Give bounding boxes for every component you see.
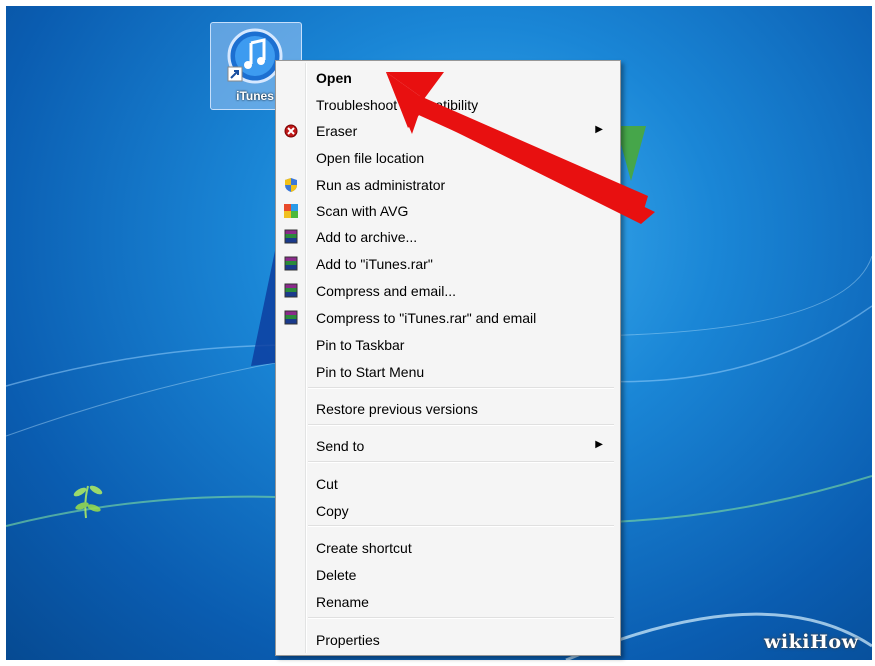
- menu-item-eraser[interactable]: Eraser ▶: [279, 118, 615, 144]
- menu-item-copy[interactable]: Copy: [279, 498, 615, 524]
- menu-item-label: Open file location: [316, 150, 425, 166]
- menu-item-label: Pin to Start Menu: [316, 364, 425, 380]
- menu-item-add-to-archive[interactable]: Add to archive...: [279, 224, 615, 250]
- menu-item-label: Delete: [316, 567, 357, 583]
- menu-item-open[interactable]: Open: [279, 65, 615, 91]
- submenu-arrow-icon: ▶: [595, 124, 603, 135]
- menu-item-label: Run as administrator: [316, 177, 446, 193]
- menu-item-scan-with-avg[interactable]: Scan with AVG: [279, 198, 615, 224]
- menu-item-label: Open: [316, 70, 352, 86]
- context-menu: Open Troubleshoot compatibility Eraser ▶ Ope…: [275, 60, 621, 656]
- menu-item-label: Compress to "iTunes.rar" and email: [316, 310, 537, 326]
- menu-item-cut[interactable]: Cut: [279, 471, 615, 497]
- menu-item-compress-to-itunes-rar-and-email[interactable]: Compress to "iTunes.rar" and email: [279, 305, 615, 331]
- menu-item-label: Add to archive...: [316, 229, 418, 245]
- menu-item-add-to-itunes-rar[interactable]: Add to "iTunes.rar": [279, 251, 615, 277]
- menu-item-label: Eraser: [316, 123, 358, 139]
- menu-item-restore-previous-versions[interactable]: Restore previous versions: [279, 396, 615, 422]
- menu-item-run-as-administrator[interactable]: Run as administrator: [279, 172, 615, 198]
- menu-item-label: Pin to Taskbar: [316, 337, 405, 353]
- avg-icon: [283, 203, 301, 219]
- menu-item-label: Send to: [316, 438, 365, 454]
- eraser-icon: [283, 123, 301, 139]
- menu-item-label: Rename: [316, 594, 369, 610]
- submenu-arrow-icon: ▶: [595, 439, 603, 450]
- menu-item-properties[interactable]: Properties: [279, 627, 615, 653]
- menu-item-label: Scan with AVG: [316, 203, 409, 219]
- menu-item-open-file-location[interactable]: Open file location: [279, 145, 615, 171]
- menu-separator: [308, 525, 614, 527]
- wikihow-watermark: wikiHow: [764, 631, 859, 653]
- menu-item-delete[interactable]: Delete: [279, 562, 615, 588]
- menu-item-pin-to-taskbar[interactable]: Pin to Taskbar: [279, 332, 615, 358]
- menu-item-troubleshoot-compatibility[interactable]: Troubleshoot compatibility: [279, 92, 615, 118]
- menu-item-label: Create shortcut: [316, 540, 412, 556]
- winrar-icon: [283, 229, 301, 245]
- menu-item-label: Troubleshoot compatibility: [316, 97, 479, 113]
- menu-item-rename[interactable]: Rename: [279, 589, 615, 615]
- menu-item-label: Restore previous versions: [316, 401, 478, 417]
- winrar-icon: [283, 256, 301, 272]
- menu-separator: [308, 617, 614, 619]
- menu-separator: [308, 461, 614, 463]
- menu-item-label: Cut: [316, 476, 338, 492]
- menu-item-create-shortcut[interactable]: Create shortcut: [279, 535, 615, 561]
- uac-shield-icon: [283, 177, 301, 193]
- menu-item-label: Copy: [316, 503, 349, 519]
- menu-separator: [308, 424, 614, 426]
- plant-sprout: [73, 485, 103, 519]
- winrar-icon: [283, 283, 301, 299]
- menu-item-compress-and-email[interactable]: Compress and email...: [279, 278, 615, 304]
- menu-item-pin-to-start-menu[interactable]: Pin to Start Menu: [279, 359, 615, 385]
- menu-item-label: Add to "iTunes.rar": [316, 256, 433, 272]
- menu-item-send-to[interactable]: Send to ▶: [279, 433, 615, 459]
- menu-item-label: Properties: [316, 632, 380, 648]
- winrar-icon: [283, 310, 301, 326]
- menu-item-label: Compress and email...: [316, 283, 457, 299]
- menu-separator: [308, 387, 614, 389]
